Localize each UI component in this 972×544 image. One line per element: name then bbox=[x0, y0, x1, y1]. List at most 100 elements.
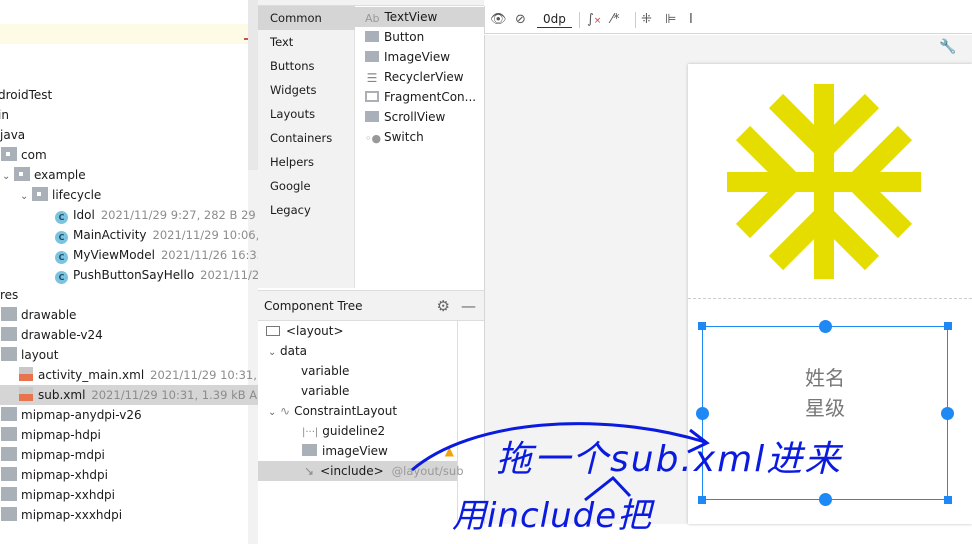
rating-text: 星级 bbox=[805, 396, 845, 420]
tree-item-mipmap-mdpi[interactable]: mipmap-mdpi bbox=[1, 445, 105, 465]
tree-node-guideline2[interactable]: |···| guideline2 bbox=[302, 421, 385, 441]
palette-category-google[interactable]: Google bbox=[258, 174, 355, 198]
tree-item-mipmap-anydpi-v26[interactable]: mipmap-anydpi-v26 bbox=[1, 405, 142, 425]
name-text: 姓名 bbox=[805, 366, 845, 390]
palette-category-helpers[interactable]: Helpers bbox=[258, 150, 355, 174]
palette-category-layouts[interactable]: Layouts bbox=[258, 102, 355, 126]
folder-icon bbox=[1, 427, 17, 441]
folder-icon bbox=[1, 147, 17, 161]
tree-item-layout[interactable]: layout bbox=[1, 345, 58, 365]
tree-item-drawable-v24[interactable]: drawable-v24 bbox=[1, 325, 103, 345]
label: java bbox=[0, 128, 26, 142]
tree-item-mipmap-hdpi[interactable]: mipmap-hdpi bbox=[1, 425, 101, 445]
include-arrow-icon: ↘ bbox=[304, 464, 315, 478]
folder-icon bbox=[1, 327, 17, 341]
constraint-anchor-right[interactable] bbox=[941, 407, 954, 420]
tree-item-drawable[interactable]: drawable bbox=[1, 305, 76, 325]
tree-item-androidtest[interactable]: droidTest bbox=[0, 85, 52, 105]
component-tree-title: Component Tree bbox=[264, 299, 363, 313]
constraint-anchor-bottom[interactable] bbox=[819, 493, 832, 506]
chevron-down-icon[interactable]: ⌄ bbox=[268, 343, 280, 363]
tree-node-data[interactable]: ⌄ data bbox=[268, 341, 307, 361]
switch-icon: ◦● bbox=[365, 132, 382, 145]
tree-item-sub-xml[interactable]: sub.xml 2021/11/29 10:31, 1.39 kB A minut… bbox=[0, 385, 301, 405]
constraint-anchor-top[interactable] bbox=[819, 320, 832, 333]
tree-item-mipmap-xxhdpi[interactable]: mipmap-xxhdpi bbox=[1, 485, 115, 505]
guidelines-icon[interactable]: I bbox=[689, 10, 693, 30]
align-icon[interactable]: ⊫ bbox=[665, 10, 676, 30]
image-view-preview[interactable] bbox=[688, 64, 972, 304]
palette-item-fragmentcontainer[interactable]: FragmentCon... bbox=[355, 87, 484, 107]
current-line-highlight bbox=[0, 24, 248, 44]
clear-constraints-icon[interactable]: ∫× bbox=[587, 10, 601, 30]
palette-item-imageview[interactable]: ImageView bbox=[355, 47, 484, 67]
magnet-icon[interactable]: ⊘ bbox=[515, 10, 526, 30]
chevron-down-icon[interactable]: ⌄ bbox=[268, 403, 280, 423]
design-toolbar: 👁 ⊘ 0dp ∫× ⁄* ⁜ ⊫ I bbox=[484, 6, 972, 34]
list-icon: ☰ bbox=[366, 71, 378, 85]
xml-file-icon bbox=[19, 367, 33, 381]
fragment-icon bbox=[365, 91, 379, 102]
label: sub.xml bbox=[38, 388, 86, 402]
label: res bbox=[0, 288, 19, 302]
tree-item-mainactivity[interactable]: C MainActivity 2021/11/29 10:06, 1.5 k bbox=[55, 225, 292, 245]
folder-icon bbox=[1, 507, 17, 521]
constraint-layout-icon: ∿ bbox=[280, 404, 291, 418]
label: example bbox=[34, 168, 86, 182]
label: data bbox=[280, 344, 308, 358]
resize-handle[interactable] bbox=[698, 322, 706, 330]
tree-item-mipmap-xxxhdpi[interactable]: mipmap-xxxhdpi bbox=[1, 505, 122, 525]
tree-node-layout[interactable]: <layout> bbox=[266, 321, 344, 341]
eye-icon[interactable]: 👁 bbox=[490, 10, 507, 30]
resize-handle[interactable] bbox=[698, 496, 706, 504]
label: ImageView bbox=[384, 50, 451, 64]
default-margin-field[interactable]: 0dp bbox=[537, 10, 572, 28]
palette-category-common[interactable]: Common bbox=[258, 6, 355, 30]
palette-category-buttons[interactable]: Buttons bbox=[258, 54, 355, 78]
tree-node-include[interactable]: ↘ <include> @layout/sub bbox=[258, 461, 464, 481]
project-scrollbar[interactable] bbox=[248, 0, 258, 170]
tree-item-mipmap-xhdpi[interactable]: mipmap-xhdpi bbox=[1, 465, 108, 485]
tree-item-myviewmodel[interactable]: C MyViewModel 2021/11/26 16:33, 43 bbox=[55, 245, 286, 265]
layout-icon bbox=[266, 326, 280, 336]
tree-item-res[interactable]: res bbox=[0, 285, 18, 305]
folder-icon bbox=[1, 307, 17, 321]
tree-item-com[interactable]: com bbox=[1, 145, 47, 165]
tree-item-main[interactable]: in bbox=[0, 105, 9, 125]
tree-item-pushbuttonsayhello[interactable]: C PushButtonSayHello 2021/11/29 9:5 bbox=[55, 265, 289, 285]
label: FragmentCon... bbox=[384, 90, 477, 104]
tree-item-java[interactable]: java bbox=[0, 125, 25, 145]
wrench-icon[interactable]: 🔧 bbox=[939, 39, 956, 55]
palette-category-text[interactable]: Text bbox=[258, 30, 355, 54]
label: ConstraintLayout bbox=[294, 404, 398, 418]
tree-node-variable[interactable]: variable bbox=[301, 361, 349, 381]
palette-category-widgets[interactable]: Widgets bbox=[258, 78, 355, 102]
resize-handle[interactable] bbox=[944, 322, 952, 330]
tree-node-constraintlayout[interactable]: ⌄ ∿ ConstraintLayout bbox=[268, 401, 397, 421]
tree-node-imageview[interactable]: imageView ▲ bbox=[302, 441, 454, 461]
chevron-down-icon[interactable]: ⌄ bbox=[2, 167, 14, 187]
palette-item-switch[interactable]: ◦● Switch bbox=[355, 127, 484, 147]
tree-item-lifecycle[interactable]: ⌄ lifecycle bbox=[20, 185, 101, 205]
folder-icon bbox=[1, 447, 17, 461]
palette-item-scrollview[interactable]: ScrollView bbox=[355, 107, 484, 127]
label: mipmap-hdpi bbox=[21, 428, 101, 442]
constraint-anchor-left[interactable] bbox=[696, 407, 709, 420]
palette-item-recyclerview[interactable]: ☰ RecyclerView bbox=[355, 67, 484, 87]
palette-item-textview[interactable]: Ab TextView bbox=[355, 7, 484, 27]
palette-item-button[interactable]: Button bbox=[355, 27, 484, 47]
warning-icon[interactable]: ▲ bbox=[445, 441, 454, 461]
chevron-down-icon[interactable]: ⌄ bbox=[20, 187, 32, 207]
tree-node-variable[interactable]: variable bbox=[301, 381, 349, 401]
gear-icon[interactable]: ⚙ bbox=[437, 291, 450, 321]
palette-category-legacy[interactable]: Legacy bbox=[258, 198, 355, 222]
text-icon: Ab bbox=[365, 12, 380, 25]
pack-icon[interactable]: ⁜ bbox=[641, 10, 652, 30]
magic-wand-icon[interactable]: ⁄* bbox=[611, 10, 620, 30]
guideline[interactable] bbox=[688, 298, 972, 299]
tree-item-example[interactable]: ⌄ example bbox=[2, 165, 86, 185]
label: droidTest bbox=[0, 88, 53, 102]
palette-category-containers[interactable]: Containers bbox=[258, 126, 355, 150]
minimize-icon[interactable]: — bbox=[461, 291, 476, 321]
resize-handle[interactable] bbox=[944, 496, 952, 504]
